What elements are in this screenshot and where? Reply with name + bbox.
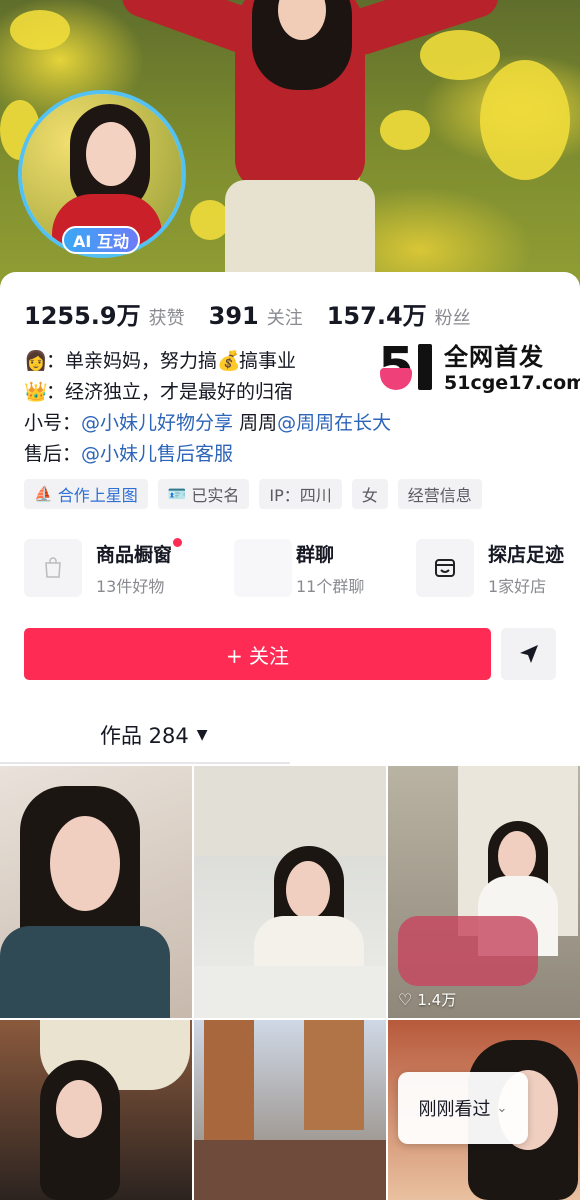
profile-banner-image: AI 互动 <box>0 0 580 300</box>
video-thumbnail[interactable] <box>0 1020 192 1200</box>
tag-label: 女 <box>361 486 378 505</box>
follow-button[interactable]: + 关注 <box>24 628 491 680</box>
feature-title: 探店足迹 <box>488 543 565 566</box>
video-thumbnail[interactable]: ♡ 1.4万 <box>388 766 580 1018</box>
feature-subtitle: 1家好店 <box>488 576 547 596</box>
bio-text: ：经济独立，才是最好的归宿 <box>46 381 294 403</box>
video-thumbnail[interactable] <box>194 766 386 1018</box>
feature-subtitle: 11个群聊 <box>296 576 365 596</box>
watermark-url: 51cge17.com <box>444 372 580 394</box>
like-count-text: 1.4万 <box>417 991 457 1009</box>
like-count: ♡ 1.4万 <box>398 989 456 1010</box>
feature-group-chat[interactable]: 群聊 11个群聊 <box>234 536 364 600</box>
watermark-logo: 5 全网首发 51cge17.com <box>378 341 580 394</box>
stat-label: 关注 <box>266 308 303 329</box>
shop-bag-icon <box>24 539 82 597</box>
feature-subtitle: 13件好物 <box>96 576 165 596</box>
notification-dot <box>173 537 183 547</box>
bio-text: 周周 <box>233 412 278 434</box>
send-icon <box>519 645 538 663</box>
mention-link[interactable]: @小妹儿售后客服 <box>81 443 233 465</box>
watermark-51-icon: 5 <box>378 341 438 394</box>
heart-icon: ♡ <box>398 990 413 1009</box>
stat-likes[interactable]: 1255.9万 获赞 <box>24 296 185 331</box>
bio-line-4: 售后：@小妹儿售后客服 <box>24 439 391 470</box>
feature-title: 商品橱窗 <box>96 543 173 566</box>
bio-text: ：单亲妈妈，努力搞 <box>46 350 218 372</box>
bio-text: 搞事业 <box>239 350 297 372</box>
bio-label: 小号： <box>24 412 82 434</box>
ai-interaction-badge[interactable]: AI 互动 <box>62 226 140 254</box>
tag-label: IP：四川 <box>269 486 332 505</box>
stat-following[interactable]: 391 关注 <box>209 302 303 330</box>
profile-stats: 1255.9万 获赞 391 关注 157.4万 粉丝 <box>24 296 495 331</box>
feature-entries: 商品橱窗 13件好物 群聊 11个群聊 探店足迹 1家好店 <box>24 536 580 600</box>
star-map-icon: ⛵ <box>34 485 53 503</box>
profile-card: 1255.9万 获赞 391 关注 157.4万 粉丝 👩：单亲妈妈，努力搞💰搞… <box>0 272 580 1200</box>
tag-label: 合作上星图 <box>57 486 138 505</box>
money-bag-icon: 💰 <box>217 350 241 372</box>
id-card-icon: 🪪 <box>167 485 187 503</box>
tag-star-map[interactable]: ⛵ 合作上星图 <box>24 479 148 509</box>
mention-link[interactable]: @周周在长大 <box>277 412 391 434</box>
person-emoji-icon: 👩 <box>24 350 48 372</box>
bio-label: 售后： <box>24 443 82 465</box>
video-thumbnail[interactable] <box>0 766 192 1018</box>
stat-number: 157.4万 <box>326 302 427 330</box>
mention-link[interactable]: @小妹儿好物分享 <box>81 412 233 434</box>
tag-ip: IP：四川 <box>259 479 342 509</box>
double-chevron-down-icon: ⌄ <box>496 1100 508 1116</box>
crown-icon: 👑 <box>24 381 48 403</box>
stat-followers[interactable]: 157.4万 粉丝 <box>327 296 471 331</box>
tab-divider <box>0 762 290 764</box>
tag-verified[interactable]: 🪪 已实名 <box>157 479 250 509</box>
tag-gender: 女 <box>351 479 388 509</box>
stat-number: 1255.9万 <box>24 302 141 330</box>
group-chat-thumbnail <box>234 539 292 597</box>
stat-label: 获赞 <box>148 308 185 329</box>
profile-page: AI 互动 1255.9万 获赞 391 关注 157.4万 粉丝 👩：单亲妈妈… <box>0 0 580 1200</box>
watermark-text: 全网首发 <box>444 343 544 371</box>
feature-shop-window[interactable]: 商品橱窗 13件好物 <box>24 536 183 600</box>
bio-line-1: 👩：单亲妈妈，努力搞💰搞事业 <box>24 346 391 377</box>
caret-down-icon: ▼ <box>196 727 208 743</box>
recently-viewed-pill[interactable]: 刚刚看过 ⌄ <box>398 1072 528 1144</box>
tag-business-info[interactable]: 经营信息 <box>397 479 482 509</box>
bio-line-2: 👑：经济独立，才是最好的归宿 <box>24 377 391 408</box>
video-thumbnail[interactable] <box>194 1020 386 1200</box>
stat-number: 391 <box>208 302 259 330</box>
tag-label: 已实名 <box>191 486 240 505</box>
tab-works[interactable]: 作品 284 ▼ <box>100 720 208 750</box>
profile-bio: 👩：单亲妈妈，努力搞💰搞事业 👑：经济独立，才是最好的归宿 小号：@小妹儿好物分… <box>24 346 391 470</box>
feature-store-visits[interactable]: 探店足迹 1家好店 <box>416 536 564 600</box>
tab-works-label: 作品 284 <box>100 724 189 748</box>
recently-viewed-label: 刚刚看过 <box>418 1099 491 1120</box>
feature-title: 群聊 <box>296 543 335 566</box>
tag-label: 经营信息 <box>407 486 472 505</box>
store-icon <box>416 539 474 597</box>
send-message-button[interactable] <box>501 628 556 680</box>
bio-line-3: 小号：@小妹儿好物分享 周周@周周在长大 <box>24 408 391 439</box>
profile-tags: ⛵ 合作上星图 🪪 已实名 IP：四川 女 经营信息 <box>24 479 482 509</box>
stat-label: 粉丝 <box>434 308 471 329</box>
